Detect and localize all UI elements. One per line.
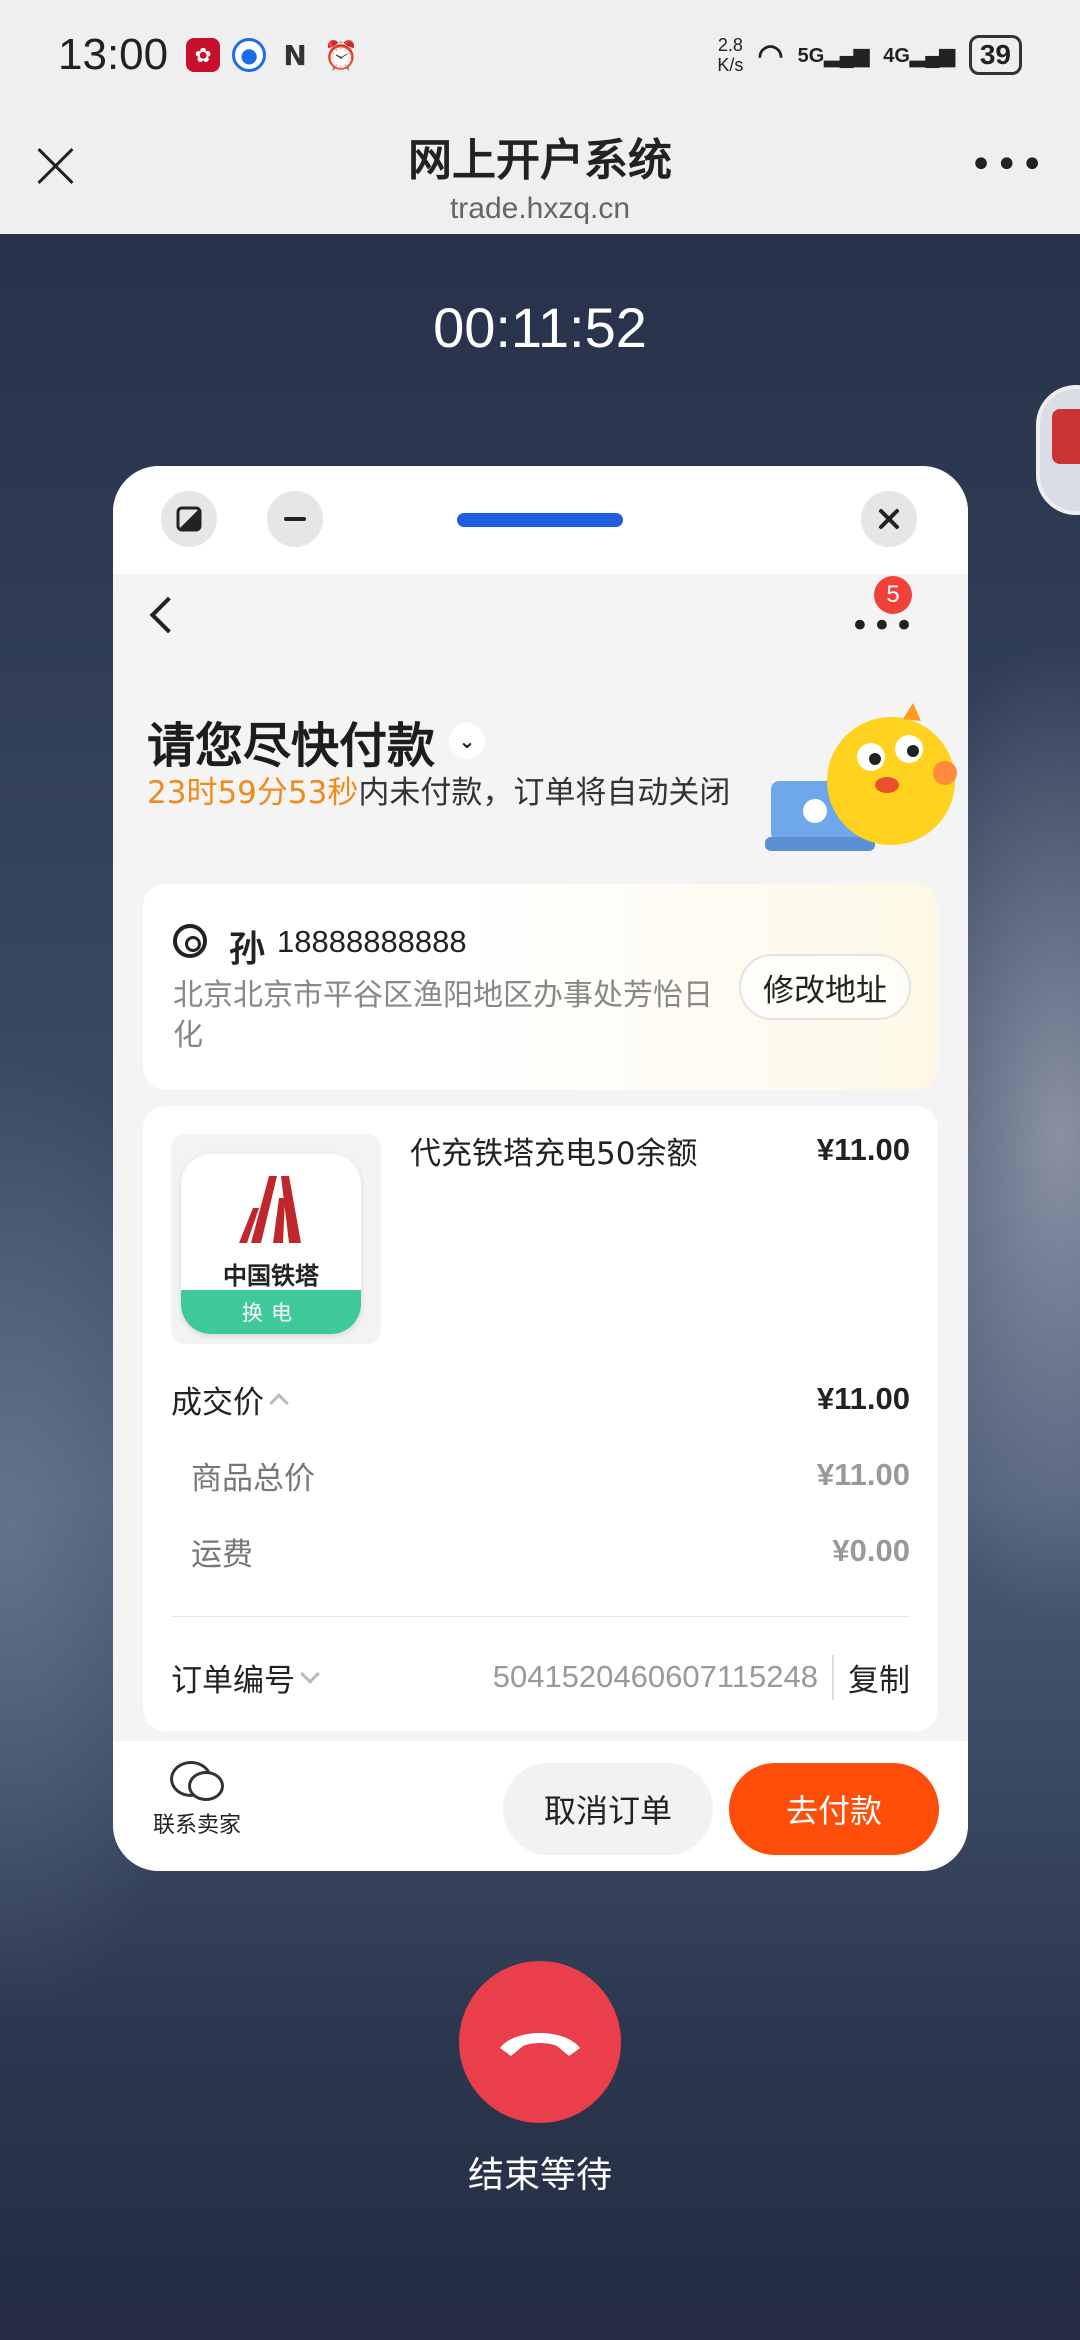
china-tower-app-icon: 中国铁塔 换电 bbox=[181, 1154, 361, 1334]
close-icon[interactable] bbox=[30, 140, 80, 190]
alarm-icon: ⏰ bbox=[323, 38, 359, 72]
deal-price-value: ¥11.00 bbox=[816, 1381, 910, 1416]
product-price: ¥11.00 bbox=[816, 1132, 910, 1167]
recipient-name: 孙 bbox=[229, 929, 266, 970]
order-number-row: 订单编号 5041520460607115248 复制 bbox=[171, 1652, 910, 1702]
goods-total-value: ¥11.00 bbox=[816, 1457, 910, 1492]
goods-total-label: 商品总价 bbox=[191, 1460, 315, 1497]
product-thumbnail[interactable]: 中国铁塔 换电 bbox=[171, 1134, 381, 1344]
action-bar: 联系卖家 取消订单 去付款 bbox=[113, 1741, 968, 1871]
minimize-icon[interactable] bbox=[267, 491, 323, 547]
app-icon-name: 中国铁塔 bbox=[223, 1262, 319, 1290]
page-url: trade.hxzq.cn bbox=[449, 192, 631, 225]
contact-seller-button[interactable]: 联系卖家 bbox=[139, 1761, 255, 1839]
mascot-illustration bbox=[765, 703, 957, 851]
order-window: ••• 5 请您尽快付款 ⌄ 23时59分53秒内未付款，订单将自动关闭 孙 1… bbox=[113, 466, 968, 1871]
product-title[interactable]: 代充铁塔充电50余额 bbox=[410, 1128, 697, 1173]
contact-seller-label: 联系卖家 bbox=[152, 1813, 241, 1838]
browser-header: 网上开户系统 trade.hxzq.cn ••• bbox=[0, 110, 1080, 234]
product-card: 中国铁塔 换电 代充铁塔充电50余额 ¥11.00 成交价 ¥11.00 商品总… bbox=[143, 1106, 938, 1731]
page-title: 网上开户系统 bbox=[408, 135, 672, 186]
countdown-suffix: 内未付款，订单将自动关闭 bbox=[358, 775, 731, 811]
circle-app-icon: ● bbox=[232, 38, 267, 72]
order-status-title: 请您尽快付款 ⌄ bbox=[147, 706, 486, 776]
shipping-fee-label: 运费 bbox=[191, 1536, 253, 1573]
huawei-app-icon: ✿ bbox=[186, 38, 221, 72]
phone-hangup-icon bbox=[500, 2033, 580, 2056]
deal-price-row[interactable]: 成交价 ¥11.00 bbox=[171, 1374, 910, 1424]
more-icon[interactable]: ••• bbox=[969, 145, 1046, 185]
shipping-address-card[interactable]: 孙 18888888888 北京北京市平谷区渔阳地区办事处芳怡日化 修改地址 bbox=[143, 884, 938, 1090]
status-right: 2.8 K/s ◠ 5G▂▄▆ 4G▂▄▆ 39 bbox=[717, 35, 1022, 75]
divider bbox=[171, 1616, 910, 1617]
net-speed: 2.8 K/s bbox=[717, 35, 744, 75]
window-close-icon[interactable] bbox=[861, 491, 917, 547]
chevron-down-icon[interactable]: ⌄ bbox=[449, 723, 486, 759]
address-line: 北京北京市平谷区渔阳地区办事处芳怡日化 bbox=[173, 978, 713, 1053]
chevron-up-icon bbox=[269, 1393, 289, 1413]
nfc-icon: N bbox=[283, 38, 307, 72]
hangup-button[interactable] bbox=[459, 1961, 621, 2123]
hangup-label: 结束等待 bbox=[467, 2155, 612, 2196]
signal-4g: 4G▂▄▆ bbox=[883, 44, 955, 67]
notification-badge: 5 bbox=[874, 576, 912, 614]
countdown-time: 23时59分53秒 bbox=[147, 775, 359, 811]
china-tower-logo-icon bbox=[239, 1176, 301, 1243]
chat-icon bbox=[170, 1761, 224, 1801]
shipping-fee-row: 运费 ¥0.00 bbox=[171, 1526, 910, 1576]
payment-countdown: 23时59分53秒内未付款，订单将自动关闭 bbox=[147, 772, 747, 814]
order-number-value: 5041520460607115248 bbox=[492, 1659, 818, 1694]
call-timer: 00:11:52 bbox=[433, 296, 647, 359]
window-controls bbox=[113, 466, 968, 574]
drag-handle[interactable] bbox=[457, 513, 623, 527]
wifi-icon: ◠ bbox=[757, 38, 784, 72]
app-icon-band: 换电 bbox=[181, 1290, 361, 1334]
copy-button[interactable]: 复制 bbox=[832, 1654, 910, 1700]
shipping-fee-value: ¥0.00 bbox=[832, 1533, 910, 1568]
signal-5g: 5G▂▄▆ bbox=[797, 44, 870, 67]
order-number-label: 订单编号 bbox=[171, 1662, 295, 1699]
battery-icon: 39 bbox=[968, 35, 1022, 75]
back-icon[interactable] bbox=[149, 596, 187, 634]
pay-button[interactable]: 去付款 bbox=[729, 1763, 939, 1855]
goods-total-row: 商品总价 ¥11.00 bbox=[171, 1450, 910, 1500]
status-bar: 13:00 ✿ ● N ⏰ 2.8 K/s ◠ 5G▂▄▆ 4G▂▄▆ 39 bbox=[0, 0, 1080, 110]
menu-dots-icon[interactable]: ••• bbox=[850, 609, 916, 643]
notification-icons: ✿ ● N ⏰ bbox=[186, 38, 359, 72]
resize-icon[interactable] bbox=[161, 491, 217, 547]
recipient-phone: 18888888888 bbox=[277, 924, 467, 959]
edit-address-button[interactable]: 修改地址 bbox=[739, 954, 911, 1020]
chevron-down-icon[interactable] bbox=[300, 1664, 320, 1684]
location-pin-icon bbox=[173, 924, 207, 958]
cancel-order-button[interactable]: 取消订单 bbox=[503, 1763, 713, 1855]
status-time: 13:00 bbox=[58, 30, 169, 79]
deal-price-label: 成交价 bbox=[171, 1384, 264, 1421]
floating-app-bubble[interactable] bbox=[1036, 385, 1080, 515]
